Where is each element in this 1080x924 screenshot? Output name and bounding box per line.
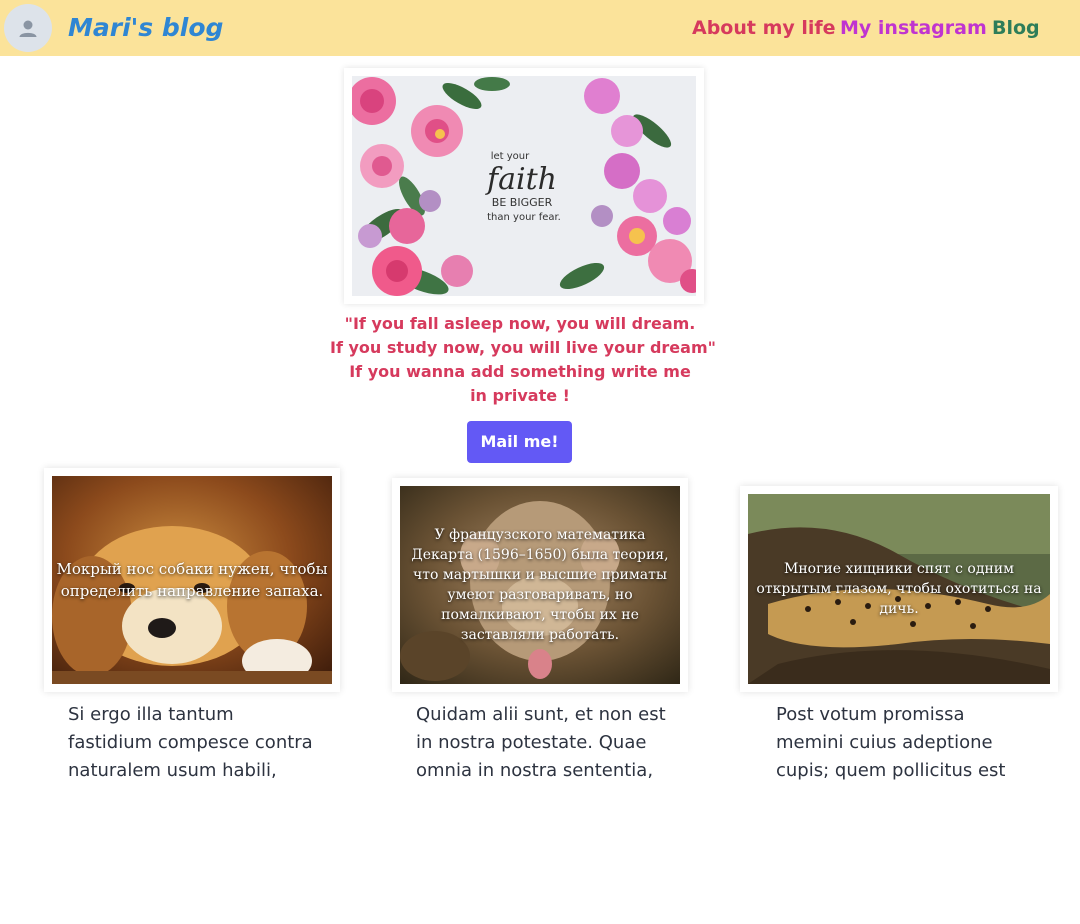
monkey-image: У французского математика Декарта (1596–… xyxy=(400,486,680,684)
nav-my-instagram[interactable]: My instagram xyxy=(840,14,987,42)
card-description: Quidam alii sunt, et non est in nostra p… xyxy=(416,704,666,781)
quote-line: "If you fall asleep now, you will dream. xyxy=(344,314,696,333)
fact-card-leopard[interactable]: Многие хищники спят с одним открытым гла… xyxy=(740,486,1058,692)
dog-fact-text: Мокрый нос собаки нужен, чтобы определит… xyxy=(56,560,328,600)
quote-line: If you wanna add something write me xyxy=(349,362,691,381)
user-icon xyxy=(19,20,37,37)
hero-image-text-4: than your fear. xyxy=(487,212,561,223)
nav-about-my-life[interactable]: About my life xyxy=(692,14,836,42)
nav-blog[interactable]: Blog xyxy=(992,14,1040,42)
leopard-image: Многие хищники спят с одним открытым гла… xyxy=(748,494,1050,684)
card-description: Post votum promissa memini cuius adeptio… xyxy=(776,704,1006,781)
card-description: Si ergo illa tantum fastidium compesce c… xyxy=(68,704,313,781)
avatar[interactable] xyxy=(4,4,52,52)
hero-image: let your faith BE BIGGER than your fear. xyxy=(352,76,696,296)
fact-card-monkey[interactable]: У французского математика Декарта (1596–… xyxy=(392,478,688,692)
flowers-image: let your faith BE BIGGER than your fear. xyxy=(352,76,696,296)
fact-card-dog[interactable]: Мокрый нос собаки нужен, чтобы определит… xyxy=(44,468,340,692)
hero-image-text-3: BE BIGGER xyxy=(492,196,553,209)
mail-me-button[interactable]: Mail me! xyxy=(467,421,572,463)
monkey-fact-text: У французского математика Декарта (1596–… xyxy=(411,527,669,643)
leopard-fact-text: Многие хищники спят с одним открытым гла… xyxy=(756,561,1042,617)
top-navbar: Mari's blog About my life My instagram B… xyxy=(0,0,1080,56)
dog-image: Мокрый нос собаки нужен, чтобы определит… xyxy=(52,476,332,684)
quote-line: in private ! xyxy=(470,386,570,405)
hero-image-text-2: faith xyxy=(485,162,557,197)
brand-title[interactable]: Mari's blog xyxy=(68,12,223,44)
hero-image-text-1: let your xyxy=(491,151,530,162)
hero-image-card: let your faith BE BIGGER than your fear. xyxy=(344,68,704,304)
quote-text: "If you fall asleep now, you will dream.… xyxy=(330,312,716,408)
quote-line: If you study now, you will live your dre… xyxy=(330,338,716,357)
